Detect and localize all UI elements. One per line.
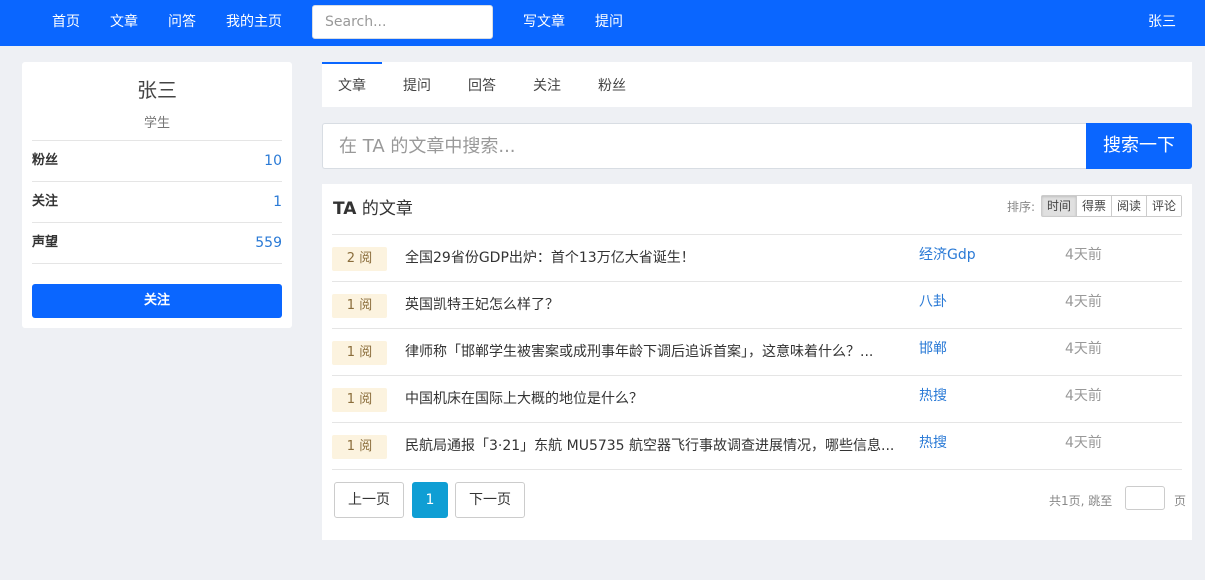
article-row: 1 阅 律师称「邯郸学生被害案或成刑事年龄下调后追诉首案」，这意味着什么？...… [332,328,1182,375]
prev-page-button[interactable]: 上一页 [334,482,404,518]
sort-label: 排序: [1007,200,1036,214]
follow-button[interactable]: 关注 [32,284,282,318]
tab-articles[interactable]: 文章 [322,62,382,107]
article-row: 1 阅 民航局通报「3·21」东航 MU5735 航空器飞行事故调查进展情况，哪… [332,422,1182,469]
tab-followers[interactable]: 粉丝 [582,62,642,107]
page-suffix: 页 [1174,494,1187,508]
read-count-badge: 1 阅 [332,388,387,412]
nav-write-article[interactable]: 写文章 [523,0,565,46]
article-search-input[interactable] [322,123,1087,169]
article-time: 4天前 [1065,388,1102,404]
stat-label: 粉丝 [32,153,59,168]
profile-role: 学生 [143,116,170,131]
article-tag-link[interactable]: 经济Gdp [919,235,976,276]
tab-answers[interactable]: 回答 [452,62,512,107]
article-time: 4天前 [1065,341,1102,357]
nav-user-menu[interactable]: 张三 [1148,0,1176,46]
stat-following[interactable]: 关注 1 [32,181,282,222]
nav-link-articles[interactable]: 文章 [110,0,138,46]
top-navbar: 首页 文章 问答 我的主页 写文章 提问 张三 [0,0,1205,46]
nav-link-qa[interactable]: 问答 [168,0,196,46]
article-search-button[interactable]: 搜索一下 [1086,123,1192,169]
stat-value[interactable]: 10 [264,141,282,181]
article-row: 2 阅 全国29省份GDP出炉：首个13万亿大省诞生！ 经济Gdp 4天前 [332,234,1182,281]
articles-panel: TA 的文章 排序: 时间 得票 阅读 评论 2 阅 全国29省份GDP出炉：首… [322,184,1192,540]
article-time: 4天前 [1065,435,1102,451]
sort-by-comments[interactable]: 评论 [1147,196,1182,216]
article-title-link[interactable]: 律师称「邯郸学生被害案或成刑事年龄下调后追诉首案」，这意味着什么？... [405,329,895,376]
article-title-link[interactable]: 民航局通报「3·21」东航 MU5735 航空器飞行事故调查进展情况，哪些信息.… [405,423,895,470]
current-page-button[interactable]: 1 [412,482,448,518]
stat-value: 559 [255,235,282,251]
stat-value[interactable]: 1 [273,182,282,222]
sort-by-time[interactable]: 时间 [1042,196,1078,216]
sort-button-group: 时间 得票 阅读 评论 [1041,195,1183,217]
global-search-input[interactable] [312,5,493,39]
sort-by-reads[interactable]: 阅读 [1112,196,1148,216]
nav-ask-question[interactable]: 提问 [595,0,623,46]
stat-label: 声望 [32,235,59,250]
nav-link-home[interactable]: 首页 [52,0,80,46]
read-count-badge: 2 阅 [332,247,387,271]
article-tag-link[interactable]: 邯郸 [919,329,947,370]
nav-link-my-home[interactable]: 我的主页 [226,0,282,46]
profile-name: 张三 [137,78,177,102]
read-count-badge: 1 阅 [332,435,387,459]
jump-page-input[interactable] [1125,486,1165,510]
article-row: 1 阅 英国凯特王妃怎么样了？ 八卦 4天前 [332,281,1182,328]
article-tag-link[interactable]: 热搜 [919,423,947,464]
divider [332,469,1182,470]
stat-reputation: 声望 559 [32,222,282,263]
read-count-badge: 1 阅 [332,294,387,318]
article-time: 4天前 [1065,294,1102,310]
profile-card: 张三 学生 粉丝 10 关注 1 声望 559 关注 [22,62,292,328]
divider [32,263,282,264]
article-tag-link[interactable]: 热搜 [919,376,947,417]
next-page-button[interactable]: 下一页 [455,482,525,518]
article-title-link[interactable]: 英国凯特王妃怎么样了？ [405,282,895,329]
article-search-bar: 搜索一下 [322,123,1192,169]
page-count-info: 共1页, 跳至 [1049,494,1113,508]
tab-following[interactable]: 关注 [517,62,577,107]
article-row: 1 阅 中国机床在国际上大概的地位是什么？ 热搜 4天前 [332,375,1182,422]
article-time: 4天前 [1065,247,1102,263]
read-count-badge: 1 阅 [332,341,387,365]
article-title-link[interactable]: 全国29省份GDP出炉：首个13万亿大省诞生！ [405,235,895,282]
profile-tabs: 文章 提问 回答 关注 粉丝 [322,62,1192,107]
tab-questions[interactable]: 提问 [387,62,447,107]
sort-by-votes[interactable]: 得票 [1077,196,1113,216]
article-title-link[interactable]: 中国机床在国际上大概的地位是什么？ [405,376,895,423]
article-tag-link[interactable]: 八卦 [919,282,947,323]
stat-label: 关注 [32,194,59,209]
stat-followers[interactable]: 粉丝 10 [32,140,282,181]
articles-panel-title: TA 的文章 [333,199,413,219]
